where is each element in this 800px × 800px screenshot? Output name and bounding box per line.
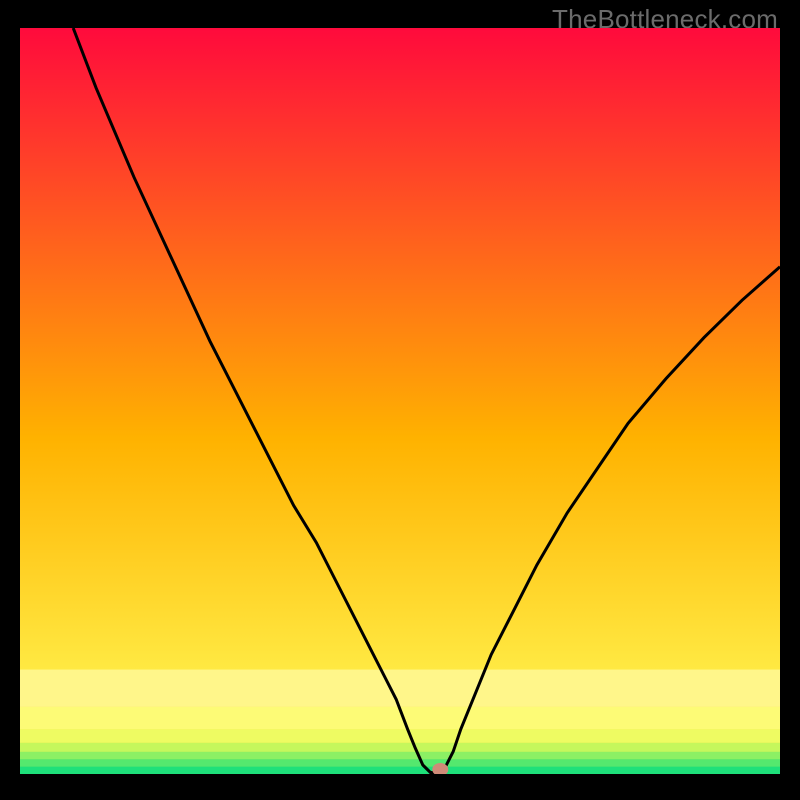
gradient-backdrop (20, 28, 780, 774)
band (20, 743, 780, 752)
band (20, 729, 780, 742)
band (20, 752, 780, 759)
bottom-bands (20, 670, 780, 774)
band (20, 670, 780, 707)
band (20, 759, 780, 766)
chart-frame: TheBottleneck.com (0, 0, 800, 800)
plot-area (20, 28, 780, 774)
band (20, 767, 780, 774)
chart-svg (20, 28, 780, 774)
